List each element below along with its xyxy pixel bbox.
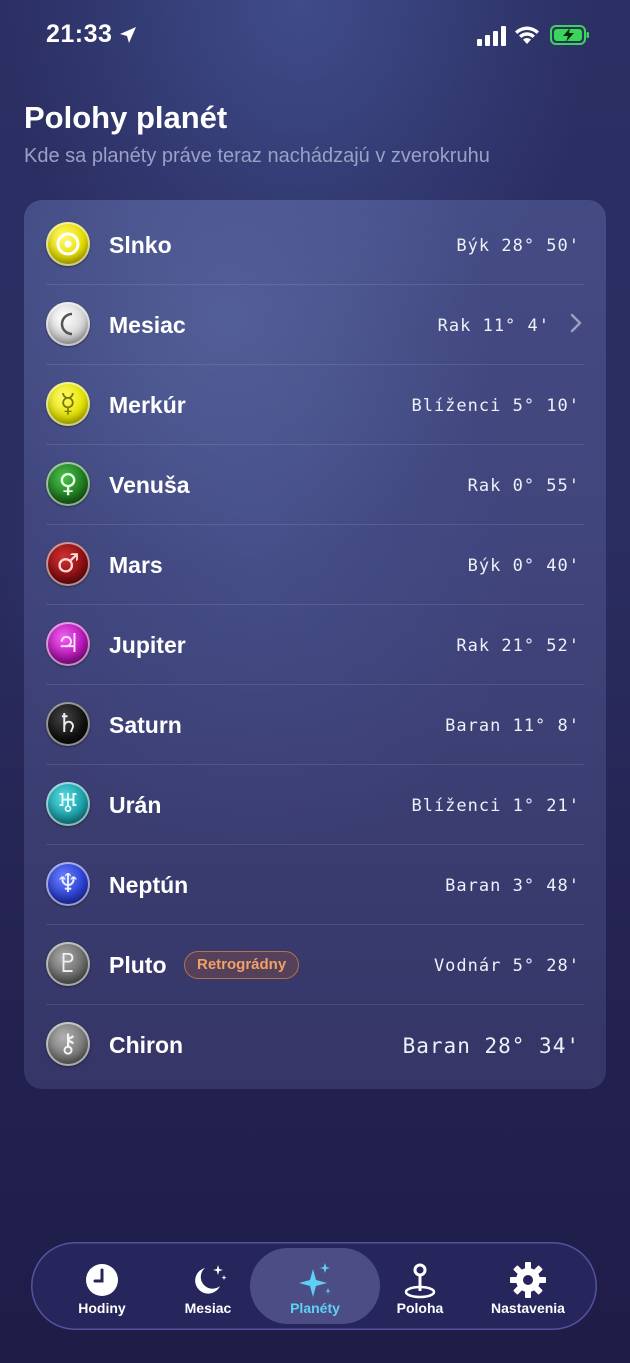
planet-row-mesiac[interactable]: Mesiac Rak 11° 4' <box>24 285 606 365</box>
planet-name: Pluto <box>109 952 167 978</box>
tab-label: Nastavenia <box>491 1300 565 1316</box>
planet-name: Urán <box>109 792 162 818</box>
planet-row-chiron[interactable]: ⚷ Chiron Baran 28° 34' <box>24 1005 606 1085</box>
page-subtitle: Kde sa planéty práve teraz nachádzajú v … <box>24 145 490 167</box>
planet-row-slnko[interactable]: Slnko Býk 28° 50' <box>24 205 606 285</box>
planet-row-saturn[interactable]: ♄ Saturn Baran 11° 8' <box>24 685 606 765</box>
planet-position: Vodnár 5° 28' <box>433 956 580 976</box>
planet-name: Chiron <box>109 1032 184 1058</box>
tab-poloha[interactable]: Poloha <box>361 1248 479 1324</box>
planet-position: Baran 3° 48' <box>445 876 580 896</box>
battery-charging-icon <box>550 25 589 45</box>
planet-position: Rak 0° 55' <box>467 476 580 496</box>
planet-row-uran[interactable]: ♅ Urán Blíženci 1° 21' <box>24 765 606 845</box>
chevron-right-icon <box>570 313 582 333</box>
location-arrow-icon <box>120 27 136 43</box>
planet-row-venusa[interactable]: ♀ Venuša Rak 0° 55' <box>24 445 606 525</box>
tab-label: Hodiny <box>78 1300 126 1316</box>
map-pin-icon <box>404 1263 436 1299</box>
cellular-signal-icon <box>477 26 506 46</box>
jupiter-icon: ♃ <box>46 622 90 666</box>
retrograde-badge: Retrográdny <box>184 951 300 979</box>
status-time: 21:33 <box>46 20 113 48</box>
neptune-icon: ♆ <box>46 862 90 906</box>
tab-label: Poloha <box>396 1300 444 1316</box>
page-title: Polohy planét <box>24 100 228 135</box>
sparkles-icon <box>299 1263 331 1297</box>
planet-position: Býk 28° 50' <box>456 236 580 256</box>
planet-position: Býk 0° 40' <box>467 556 580 576</box>
mars-icon: ♂ <box>46 542 90 586</box>
planet-name: Mars <box>109 552 163 578</box>
planet-row-pluto[interactable]: ♇ Pluto Retrográdny Vodnár 5° 28' <box>24 925 606 1005</box>
tab-hodiny[interactable]: Hodiny <box>43 1248 161 1324</box>
status-bar: 21:33 <box>0 0 630 70</box>
planet-position: Baran 28° 34' <box>402 1034 580 1058</box>
uranus-icon: ♅ <box>46 782 90 826</box>
planet-name: Mesiac <box>109 312 186 338</box>
planet-name: Venuša <box>109 472 190 498</box>
planet-name: Merkúr <box>109 392 186 418</box>
chiron-icon: ⚷ <box>46 1022 90 1066</box>
sun-icon <box>46 222 90 266</box>
planet-list: Slnko Býk 28° 50' Mesiac Rak 11° 4' ☿ Me… <box>24 200 606 1089</box>
planet-row-neptun[interactable]: ♆ Neptún Baran 3° 48' <box>24 845 606 925</box>
planet-row-jupiter[interactable]: ♃ Jupiter Rak 21° 52' <box>24 605 606 685</box>
planet-name: Neptún <box>109 872 189 898</box>
tab-nastavenia[interactable]: Nastavenia <box>469 1248 587 1324</box>
moon-stars-icon <box>195 1265 227 1294</box>
planet-name: Saturn <box>109 712 182 738</box>
wifi-icon <box>515 26 539 44</box>
planet-position: Rak 11° 4' <box>437 316 550 336</box>
gear-icon <box>510 1262 546 1298</box>
moon-icon <box>46 302 90 346</box>
mercury-icon: ☿ <box>46 382 90 426</box>
planet-position: Blíženci 5° 10' <box>411 396 580 416</box>
clock-icon <box>86 1264 118 1296</box>
planet-position: Rak 21° 52' <box>456 636 580 656</box>
planet-position: Baran 11° 8' <box>445 716 580 736</box>
pluto-icon: ♇ <box>46 942 90 986</box>
planet-name: Jupiter <box>109 632 186 658</box>
planet-row-mars[interactable]: ♂ Mars Býk 0° 40' <box>24 525 606 605</box>
planet-row-merkur[interactable]: ☿ Merkúr Blíženci 5° 10' <box>24 365 606 445</box>
planet-name: Slnko <box>109 232 172 258</box>
venus-icon: ♀ <box>46 462 90 506</box>
tab-bar: Hodiny Mesiac Planéty Poloha Nastavenia <box>31 1242 597 1330</box>
planet-position: Blíženci 1° 21' <box>411 796 580 816</box>
saturn-icon: ♄ <box>46 702 90 746</box>
